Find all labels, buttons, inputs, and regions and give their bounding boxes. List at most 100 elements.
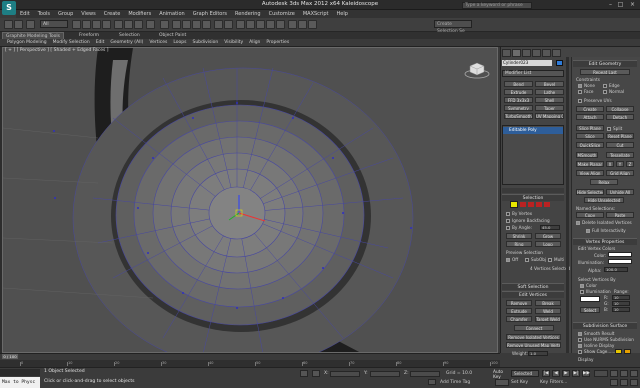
shrink-button[interactable]: Shrink [506, 233, 532, 239]
modifier-ffd-button[interactable]: FFD 3x3x3 [504, 97, 533, 103]
set-key-label[interactable]: Set Key [511, 380, 528, 385]
spinner-snap-icon[interactable] [202, 20, 211, 29]
layer-manager-icon[interactable] [236, 20, 245, 29]
selection-filter-dropdown[interactable]: All [40, 20, 68, 28]
zoom-extents-icon[interactable] [620, 379, 628, 386]
z-coord-field[interactable] [410, 371, 440, 377]
modify-tab-icon[interactable] [512, 49, 521, 57]
border-mode-icon[interactable] [528, 202, 534, 207]
select-object-icon[interactable] [72, 20, 81, 29]
key-filters-button[interactable]: Key Filters... [540, 380, 567, 385]
target-weld-button[interactable]: Target Weld [535, 316, 561, 322]
object-name-field[interactable]: Cylinder023 [502, 60, 552, 66]
viewcube-icon[interactable] [464, 60, 490, 80]
edge-mode-icon[interactable] [520, 202, 526, 207]
select-by-color-radio[interactable]: Color [580, 283, 597, 288]
zoom-icon[interactable] [610, 370, 618, 377]
schematic-view-icon[interactable] [266, 20, 275, 29]
panel-properties[interactable]: Properties [263, 39, 292, 47]
auto-key-button[interactable]: Auto Key [493, 370, 511, 380]
rotate-icon[interactable] [124, 20, 133, 29]
current-frame-field[interactable] [594, 370, 608, 377]
redo-icon[interactable] [14, 20, 23, 29]
connect-button[interactable]: Connect [514, 325, 554, 331]
preview-subobj-radio[interactable]: SubObj [525, 257, 546, 262]
preserve-uvs-checkbox[interactable]: Preserve UVs [578, 98, 612, 103]
viewport-label[interactable]: [ + ] [ Perspective ] [ Shaded + Edged F… [5, 48, 109, 53]
element-mode-icon[interactable] [544, 202, 550, 207]
modifier-turbosmooth-button[interactable]: TurboSmooth [504, 113, 533, 119]
menu-group[interactable]: Group [54, 10, 77, 18]
modifier-uv-mapping-button[interactable]: UV Mapping Cla [535, 113, 564, 119]
mirror-icon[interactable] [214, 20, 223, 29]
create-button[interactable]: Create [576, 106, 604, 112]
menu-create[interactable]: Create [100, 10, 125, 18]
edit-vertices-rollout-header[interactable]: Edit Vertices [502, 291, 564, 298]
maxscript-listener[interactable]: Max to Physc [0, 377, 40, 388]
link-icon[interactable] [26, 20, 35, 29]
paste-button[interactable]: Paste [606, 212, 634, 218]
isoline-display-checkbox[interactable]: Isoline Display [578, 343, 614, 348]
chamfer-button[interactable]: Chamfer [506, 316, 532, 322]
make-planar-button[interactable]: Make Planar [576, 161, 604, 167]
modifier-bend-button[interactable]: Bend [504, 81, 533, 87]
quickslice-button[interactable]: QuickSlice [576, 142, 604, 148]
relax-button[interactable]: Relax [590, 179, 618, 185]
angle-snap-icon[interactable] [182, 20, 191, 29]
subdivision-surface-rollout-header[interactable]: Subdivision Surface [573, 322, 637, 329]
reference-coordinate-icon[interactable] [146, 20, 155, 29]
constraint-normal-radio[interactable]: Normal [603, 89, 624, 94]
go-to-start-icon[interactable]: |◀ [542, 370, 550, 377]
utilities-tab-icon[interactable] [552, 49, 561, 57]
full-interactivity-checkbox[interactable]: Full Interactivity [586, 228, 626, 233]
field-of-view-icon[interactable] [610, 379, 618, 386]
render-setup-icon[interactable] [288, 20, 297, 29]
constraint-edge-radio[interactable]: Edge [603, 83, 620, 88]
panel-subdivision[interactable]: Subdivision [189, 39, 221, 47]
planar-x-button[interactable]: X [606, 161, 614, 167]
rectangle-selection-icon[interactable] [92, 20, 101, 29]
extrude-button[interactable]: Extrude [506, 308, 532, 314]
attach-button[interactable]: Attach [576, 114, 604, 120]
copy-button[interactable]: Copy [576, 212, 604, 218]
planar-y-button[interactable]: Y [616, 161, 624, 167]
modifier-extrude-button[interactable]: Extrude [504, 89, 533, 95]
range-r-value[interactable]: 10 [612, 295, 630, 300]
menu-help[interactable]: Help [333, 10, 352, 18]
hide-unselected-button[interactable]: Hide Unselected [584, 197, 624, 203]
vertex-mode-icon[interactable] [510, 201, 518, 208]
remove-unused-map-verts-button[interactable]: Remove Unused Map Verts [506, 342, 561, 348]
polygon-mode-icon[interactable] [536, 202, 542, 207]
key-selection-dropdown[interactable]: Selected [511, 370, 539, 377]
vertex-properties-rollout-header[interactable]: Vertex Properties [573, 238, 637, 245]
close-icon[interactable]: × [628, 1, 637, 9]
display-tab-icon[interactable] [542, 49, 551, 57]
range-g-value[interactable]: 10 [612, 301, 630, 306]
soft-selection-rollout-header[interactable]: Soft Selection [502, 283, 564, 290]
percent-snap-icon[interactable] [192, 20, 201, 29]
modifier-stack[interactable] [502, 125, 564, 185]
play-icon[interactable]: ▶ [562, 370, 570, 377]
help-search-input[interactable]: Type a keyword or phrase [462, 2, 532, 9]
tessellate-button[interactable]: Tessellate [606, 152, 634, 158]
by-angle-value[interactable]: 45.0 [540, 225, 560, 230]
grid-align-button[interactable]: Grid Align [606, 170, 634, 176]
add-time-tag-button[interactable]: Add Time Tag [440, 380, 470, 385]
remove-button[interactable]: Remove [506, 300, 532, 306]
by-vertex-checkbox[interactable]: By Vertex [506, 211, 532, 216]
panel-modify-selection[interactable]: Modify Selection [50, 39, 93, 47]
timeline-ruler[interactable] [0, 360, 500, 367]
curve-editor-icon[interactable] [256, 20, 265, 29]
maxscript-mini-listener[interactable] [0, 369, 40, 376]
snap-icon[interactable] [172, 20, 181, 29]
reset-plane-button[interactable]: Reset Plane [606, 133, 634, 139]
break-button[interactable]: Break [535, 300, 561, 306]
panel-align[interactable]: Align [246, 39, 263, 47]
preview-multi-radio[interactable]: Multi [548, 257, 564, 262]
weight-value[interactable]: 1.0 [528, 351, 548, 356]
time-slider[interactable] [0, 353, 500, 360]
absolute-mode-icon[interactable] [312, 370, 320, 377]
ignore-backfacing-checkbox[interactable]: Ignore Backfacing [506, 218, 550, 223]
hide-selected-button[interactable]: Hide Selected [576, 189, 604, 195]
repeat-last-button[interactable]: Repeat Last [580, 69, 630, 75]
